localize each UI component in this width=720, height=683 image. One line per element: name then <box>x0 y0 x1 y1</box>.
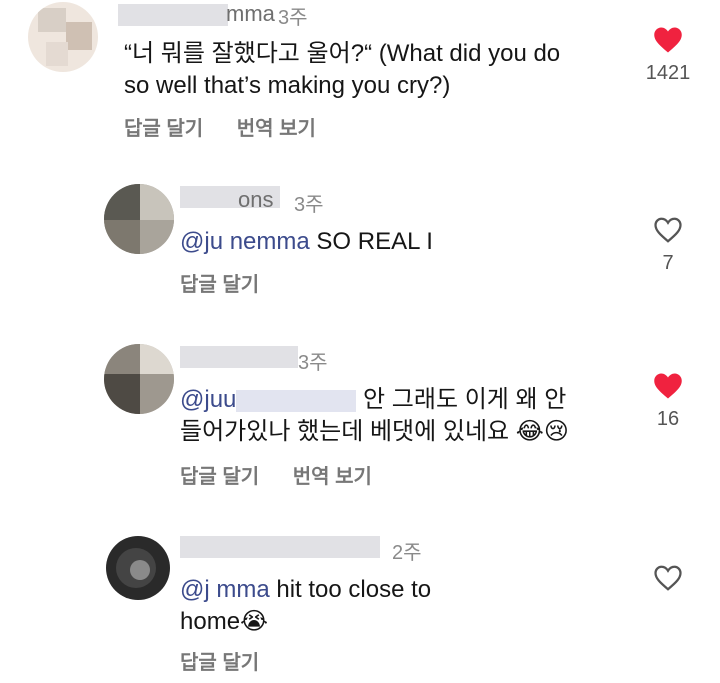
comment-1: mma 3주 “너 뭐를 잘했다고 울어?“ (What did you do … <box>0 0 720 160</box>
username-blur <box>118 4 228 26</box>
comment-time: 3주 <box>298 352 328 374</box>
like-count: 7 <box>662 252 674 274</box>
mention-blur <box>236 389 357 412</box>
heart-filled-icon <box>654 373 682 399</box>
comment-text: 안 그래도 이게 왜 안 <box>356 386 567 413</box>
comment-2: ons 3주 @ju nemma SO REAL I 답글 달기 7 <box>0 180 720 320</box>
username-blur <box>180 346 298 368</box>
like-count: 16 <box>656 408 680 430</box>
mention-link[interactable]: @juu <box>180 386 236 413</box>
translate-button[interactable]: 번역 보기 <box>237 118 316 140</box>
heart-outline-icon <box>654 565 682 591</box>
avatar[interactable] <box>104 344 174 414</box>
heart-outline-icon <box>654 217 682 243</box>
like-count: 1421 <box>645 62 691 84</box>
reply-button[interactable]: 답글 달기 <box>180 466 259 488</box>
comment-username[interactable]: mma <box>226 1 275 27</box>
comment-time: 2주 <box>392 542 422 564</box>
comment-text-line1: @j mma hit too close to <box>180 574 431 606</box>
comment-text-line1: “너 뭐를 잘했다고 울어?“ (What did you do <box>124 40 561 67</box>
like-button[interactable]: 16 <box>638 372 698 431</box>
comment-time: 3주 <box>278 7 308 29</box>
reply-button[interactable]: 답글 달기 <box>180 274 259 296</box>
comment-time: 3주 <box>294 194 324 216</box>
comment-actions: 답글 달기 <box>180 646 287 675</box>
avatar[interactable] <box>28 2 98 72</box>
comment-actions: 답글 달기 <box>180 268 287 297</box>
comment-3: 3주 @juu 안 그래도 이게 왜 안 들어가있나 했는데 베댓에 있네요 😂… <box>0 340 720 500</box>
translate-button[interactable]: 번역 보기 <box>293 466 372 488</box>
comment-text-line2: home😭 <box>180 608 269 635</box>
comment-text: hit too close to <box>269 576 432 603</box>
reply-button[interactable]: 답글 달기 <box>124 118 203 140</box>
comment-text-line1: @ju nemma SO REAL I <box>180 226 433 258</box>
reply-button[interactable]: 답글 달기 <box>180 652 259 674</box>
comment-username[interactable]: ons <box>238 187 273 213</box>
heart-filled-icon <box>654 27 682 53</box>
username-blur <box>180 536 380 558</box>
avatar[interactable] <box>106 536 170 600</box>
comment-text-line2: 들어가있나 했는데 베댓에 있네요 😂😢 <box>180 418 569 445</box>
mention-link[interactable]: @j mma <box>180 576 270 603</box>
comment-text-line2: so well that’s making you cry?) <box>124 72 451 99</box>
like-button[interactable] <box>638 564 698 592</box>
comment-actions: 답글 달기 번역 보기 <box>124 112 344 141</box>
like-button[interactable]: 7 <box>638 216 698 275</box>
comment-text: SO REAL I <box>309 228 433 255</box>
mention-link[interactable]: @ju nemma <box>180 228 310 255</box>
comment-text-line1: @juu 안 그래도 이게 왜 안 <box>180 384 566 416</box>
comment-4: 2주 @j mma hit too close to home😭 답글 달기 <box>0 528 720 683</box>
avatar[interactable] <box>104 184 174 254</box>
like-button[interactable]: 1421 <box>638 26 698 85</box>
comment-actions: 답글 달기 번역 보기 <box>180 460 400 489</box>
